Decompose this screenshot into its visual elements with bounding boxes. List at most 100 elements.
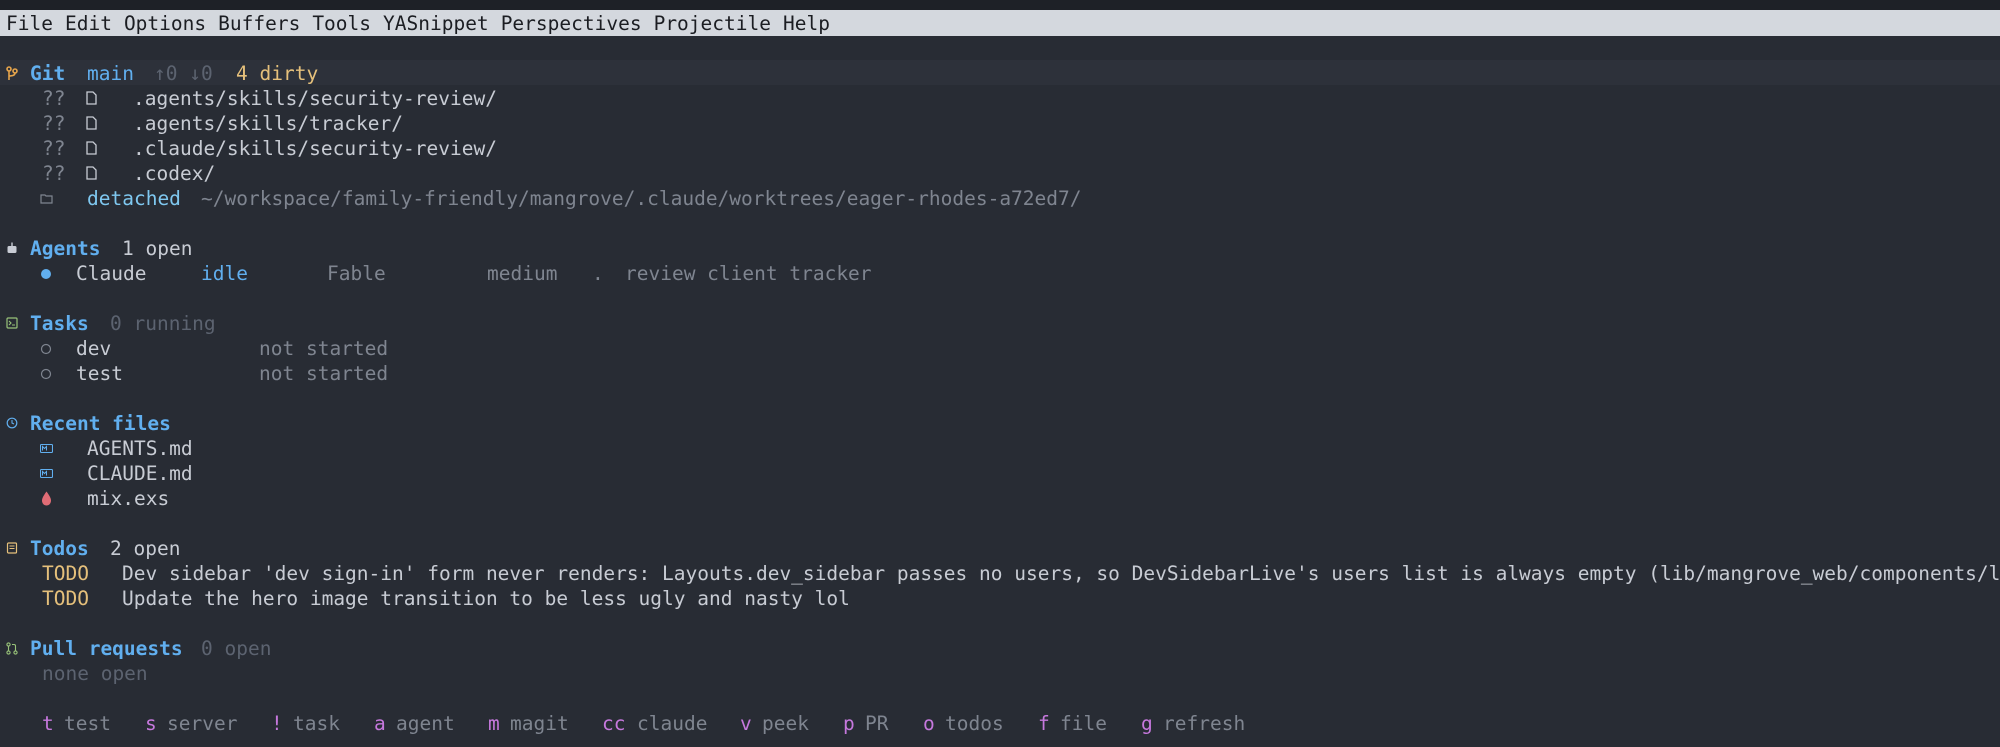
key-refresh-label: refresh (1163, 712, 1246, 735)
worktree-label: detached (87, 187, 181, 210)
task-name: test (76, 362, 123, 385)
task-status-circle-icon (40, 368, 52, 380)
elixir-drop-icon (41, 491, 52, 506)
key-agent-label: agent (396, 712, 455, 735)
key-agent[interactable]: a (374, 711, 386, 736)
git-dirty-count: 4 dirty (236, 62, 319, 85)
git-file-status: ?? (42, 162, 66, 185)
git-file-row[interactable]: ?? .codex/ (0, 161, 2000, 186)
git-file-row[interactable]: ?? .claude/skills/security-review/ (0, 136, 2000, 161)
file-icon (86, 141, 97, 155)
key-todos[interactable]: o (923, 711, 935, 736)
agent-task: review client tracker (625, 262, 872, 285)
agent-name: Claude (76, 262, 147, 285)
git-file-status: ?? (42, 87, 66, 110)
markdown-icon (40, 469, 53, 478)
menu-help[interactable]: Help (783, 12, 830, 35)
key-peek[interactable]: v (740, 711, 752, 736)
markdown-icon (40, 444, 53, 453)
agents-header[interactable]: Agents 1 open (0, 236, 2000, 261)
key-magit-label: magit (510, 712, 569, 735)
key-file-label: file (1060, 712, 1107, 735)
recent-files-title: Recent files (30, 412, 171, 435)
menu-tools[interactable]: Tools (312, 12, 371, 35)
agent-separator: . (592, 262, 604, 285)
file-icon (86, 116, 97, 130)
key-hints-bar: t test s server ! task a agent m magit c… (0, 711, 2000, 736)
terminal-icon (6, 317, 18, 329)
pull-request-icon (6, 642, 18, 655)
key-server[interactable]: s (145, 711, 157, 736)
key-claude-label: claude (637, 712, 708, 735)
key-file[interactable]: f (1038, 711, 1050, 736)
pull-requests-count: 0 open (201, 637, 272, 660)
menu-file[interactable]: File (6, 12, 53, 35)
key-claude[interactable]: cc (602, 711, 625, 736)
git-title: Git (30, 62, 66, 85)
todo-tag: TODO (42, 587, 89, 610)
git-file-path: .agents/skills/security-review/ (133, 87, 497, 110)
key-task-label: task (293, 712, 340, 735)
task-row[interactable]: test not started (0, 361, 2000, 386)
file-icon (86, 91, 97, 105)
todos-title: Todos (30, 537, 89, 560)
todo-note-icon (6, 542, 18, 554)
recent-file-row[interactable]: AGENTS.md (0, 436, 2000, 461)
git-file-row[interactable]: ?? .agents/skills/tracker/ (0, 111, 2000, 136)
recent-file-name: CLAUDE.md (87, 462, 193, 485)
todos-header[interactable]: Todos 2 open (0, 536, 2000, 561)
key-todos-label: todos (945, 712, 1004, 735)
key-test[interactable]: t (42, 711, 54, 736)
menu-edit[interactable]: Edit (65, 12, 112, 35)
menu-perspectives[interactable]: Perspectives (501, 12, 642, 35)
tasks-header[interactable]: Tasks 0 running (0, 311, 2000, 336)
key-server-label: server (167, 712, 238, 735)
menu-bar: File Edit Options Buffers Tools YASnippe… (0, 10, 2000, 36)
pull-requests-title: Pull requests (30, 637, 183, 660)
git-file-row[interactable]: ?? .agents/skills/security-review/ (0, 86, 2000, 111)
git-file-path: .agents/skills/tracker/ (133, 112, 404, 135)
agent-row[interactable]: Claude idle Fable medium . review client… (0, 261, 2000, 286)
git-header[interactable]: Git main ↑0 ↓0 4 dirty (0, 61, 2000, 86)
task-state: not started (259, 362, 389, 385)
menu-buffers[interactable]: Buffers (218, 12, 300, 35)
history-clock-icon (6, 417, 18, 429)
recent-file-name: mix.exs (87, 487, 170, 510)
todo-text: Update the hero image transition to be l… (122, 587, 850, 610)
task-row[interactable]: dev not started (0, 336, 2000, 361)
git-file-path: .claude/skills/security-review/ (133, 137, 497, 160)
key-test-label: test (64, 712, 111, 735)
recent-files-header[interactable]: Recent files (0, 411, 2000, 436)
todo-tag: TODO (42, 562, 89, 585)
key-task[interactable]: ! (271, 711, 283, 736)
menu-yasnippet[interactable]: YASnippet (383, 12, 489, 35)
git-ahead-behind: ↑0 ↓0 (154, 62, 213, 85)
worktree-path: ~/workspace/family-friendly/mangrove/.cl… (201, 187, 1082, 210)
git-branch[interactable]: main (87, 61, 134, 86)
pull-requests-empty-row: none open (0, 661, 2000, 686)
recent-file-row[interactable]: CLAUDE.md (0, 461, 2000, 486)
menu-options[interactable]: Options (124, 12, 206, 35)
agents-count: 1 open (122, 237, 193, 260)
git-branch-icon (6, 66, 18, 81)
task-status-circle-icon (40, 343, 52, 355)
git-file-status: ?? (42, 137, 66, 160)
menu-projectile[interactable]: Projectile (654, 12, 771, 35)
key-refresh[interactable]: g (1141, 711, 1153, 736)
key-peek-label: peek (762, 712, 809, 735)
task-state: not started (259, 337, 389, 360)
todo-text: Dev sidebar 'dev sign-in' form never ren… (122, 562, 2000, 585)
pull-requests-header[interactable]: Pull requests 0 open (0, 636, 2000, 661)
todos-count: 2 open (110, 537, 181, 560)
key-magit[interactable]: m (488, 711, 500, 736)
robot-icon (6, 242, 18, 254)
todo-row[interactable]: TODO Update the hero image transition to… (0, 586, 2000, 611)
todo-row[interactable]: TODO Dev sidebar 'dev sign-in' form neve… (0, 561, 2000, 586)
agent-status-dot-icon (40, 268, 52, 280)
task-name: dev (76, 337, 112, 360)
tasks-count: 0 running (110, 312, 216, 335)
recent-file-row[interactable]: mix.exs (0, 486, 2000, 511)
folder-icon (40, 193, 53, 204)
git-worktree-row[interactable]: detached ~/workspace/family-friendly/man… (0, 186, 2000, 211)
key-pr[interactable]: p (843, 711, 855, 736)
